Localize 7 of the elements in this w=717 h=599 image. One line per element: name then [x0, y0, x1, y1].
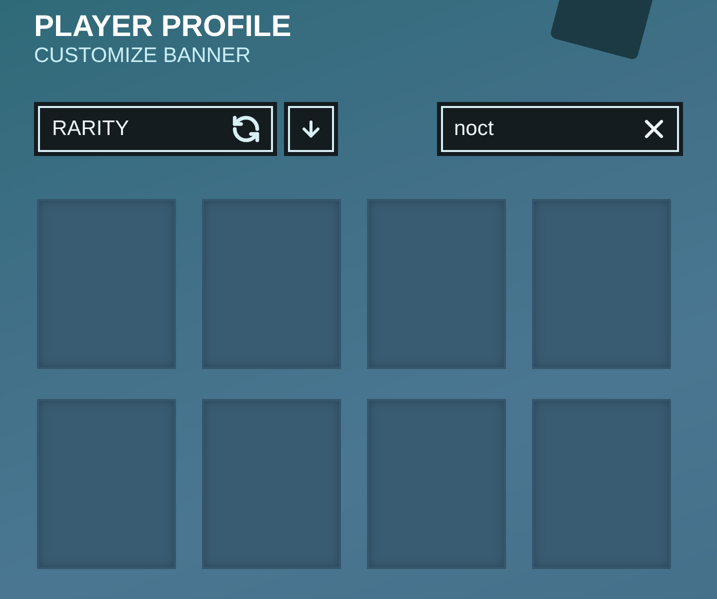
search-field[interactable]: noct	[441, 106, 679, 152]
sort-dropdown[interactable]: RARITY	[34, 102, 277, 156]
page-title: PLAYER PROFILE	[34, 10, 292, 44]
search-input[interactable]: noct	[454, 113, 614, 145]
page-subtitle: CUSTOMIZE BANNER	[34, 44, 251, 68]
sort-direction-button[interactable]	[284, 102, 338, 156]
swap-icon	[230, 114, 261, 144]
